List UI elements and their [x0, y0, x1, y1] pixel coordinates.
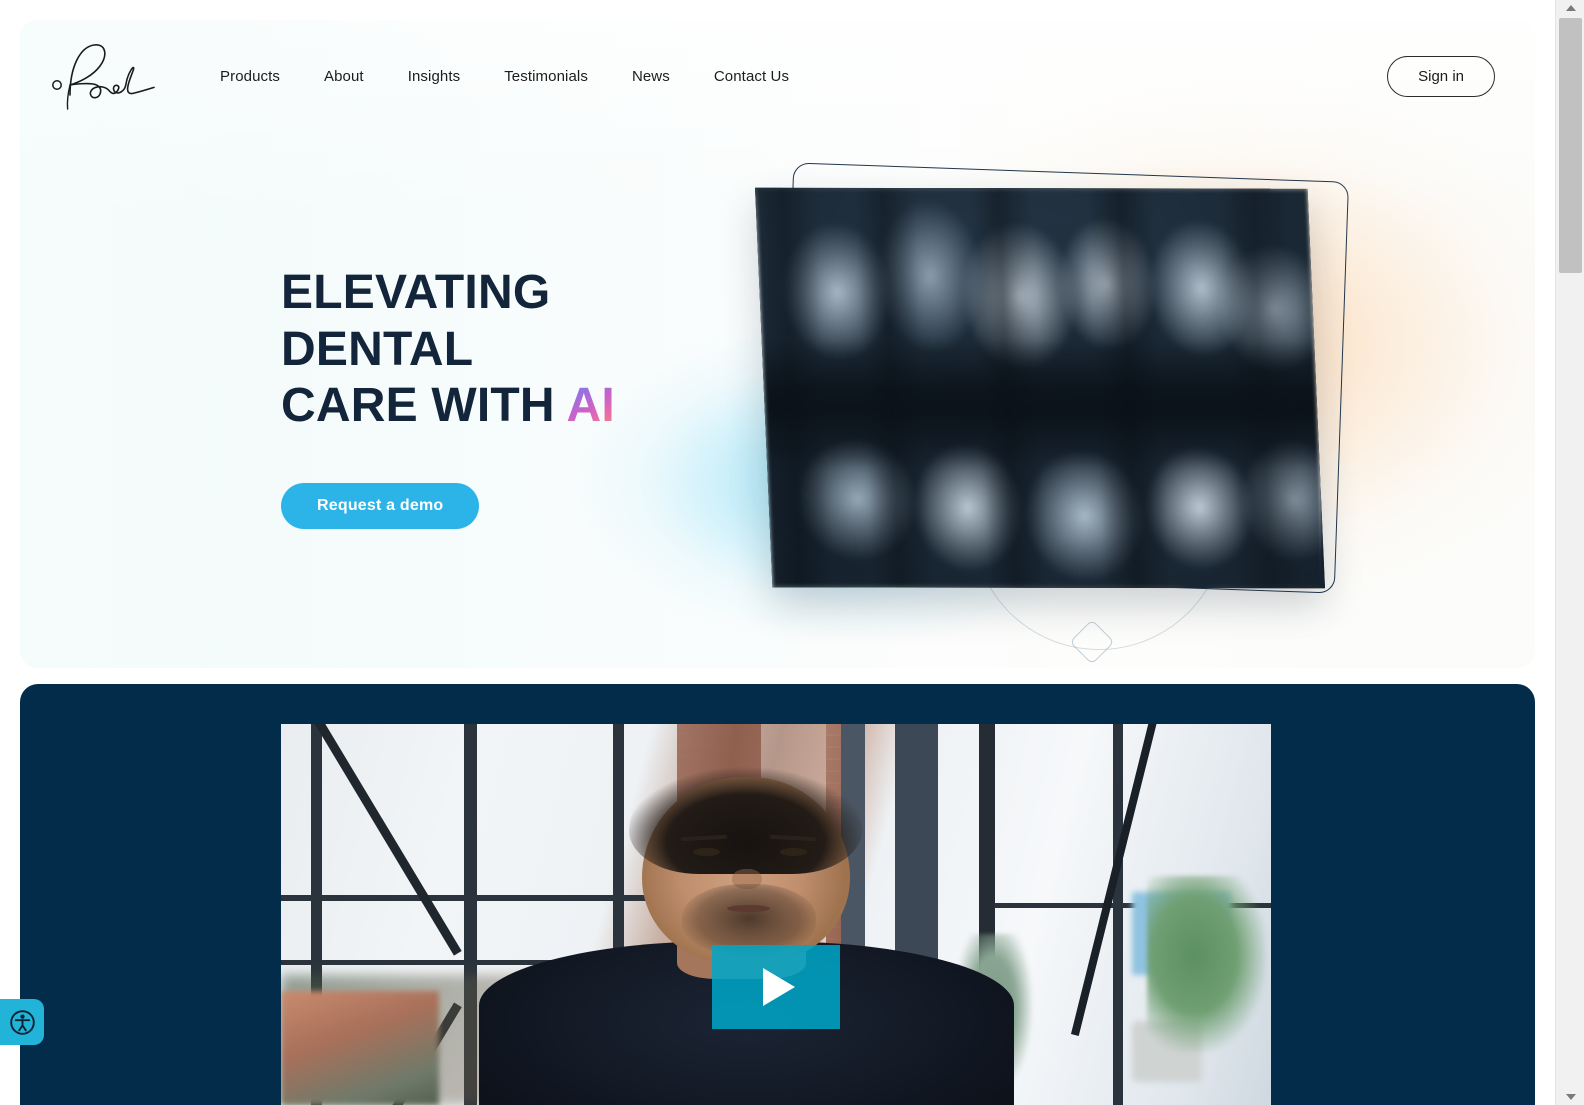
hero-copy: ELEVATING DENTAL CARE WITH AI Request a … [281, 265, 751, 529]
nav-link-testimonials[interactable]: Testimonials [482, 58, 610, 95]
site-header: Products About Insights Testimonials New… [20, 20, 1535, 132]
video-chair [281, 990, 440, 1105]
scrollbar-up-arrow[interactable] [1556, 0, 1584, 16]
nav-link-products[interactable]: Products [198, 58, 302, 95]
page-title: ELEVATING DENTAL CARE WITH AI [281, 265, 751, 435]
browser-page: Products About Insights Testimonials New… [0, 0, 1584, 1105]
accessibility-widget-button[interactable] [0, 999, 44, 1045]
nav-link-about[interactable]: About [302, 58, 386, 95]
person-eye-left [692, 847, 720, 856]
hero-xray-graphic [740, 160, 1400, 665]
page-viewport: Products About Insights Testimonials New… [0, 0, 1555, 1105]
xray-softening [754, 187, 1326, 589]
play-button[interactable] [712, 945, 840, 1029]
play-icon [763, 968, 795, 1006]
headline-line-1: ELEVATING DENTAL [281, 266, 551, 376]
scrollbar-thumb[interactable] [1559, 18, 1582, 273]
nav-link-insights[interactable]: Insights [386, 58, 483, 95]
headline-line-2: CARE WITH [281, 379, 567, 433]
nav-link-news[interactable]: News [610, 58, 692, 95]
sign-in-button[interactable]: Sign in [1387, 55, 1495, 97]
person-eye-right [779, 847, 807, 856]
request-demo-button[interactable]: Request a demo [281, 482, 480, 529]
pearl-logo[interactable] [46, 37, 158, 115]
video-section [20, 684, 1535, 1105]
primary-nav: Products About Insights Testimonials New… [198, 58, 811, 95]
accessibility-icon [9, 1009, 35, 1035]
video-plant-2 [1147, 876, 1267, 1052]
window-mullion-horizontal-1 [281, 895, 677, 901]
scrollbar-down-arrow[interactable] [1556, 1089, 1584, 1105]
xray-image [754, 187, 1326, 589]
video-thumbnail[interactable] [281, 724, 1271, 1105]
nav-link-contact-us[interactable]: Contact Us [692, 58, 811, 95]
window-mullion-vertical-7 [1112, 724, 1124, 1105]
page-scrollbar[interactable] [1555, 0, 1584, 1105]
hero-section: Products About Insights Testimonials New… [20, 20, 1535, 668]
headline-accent-ai: AI [566, 379, 615, 433]
